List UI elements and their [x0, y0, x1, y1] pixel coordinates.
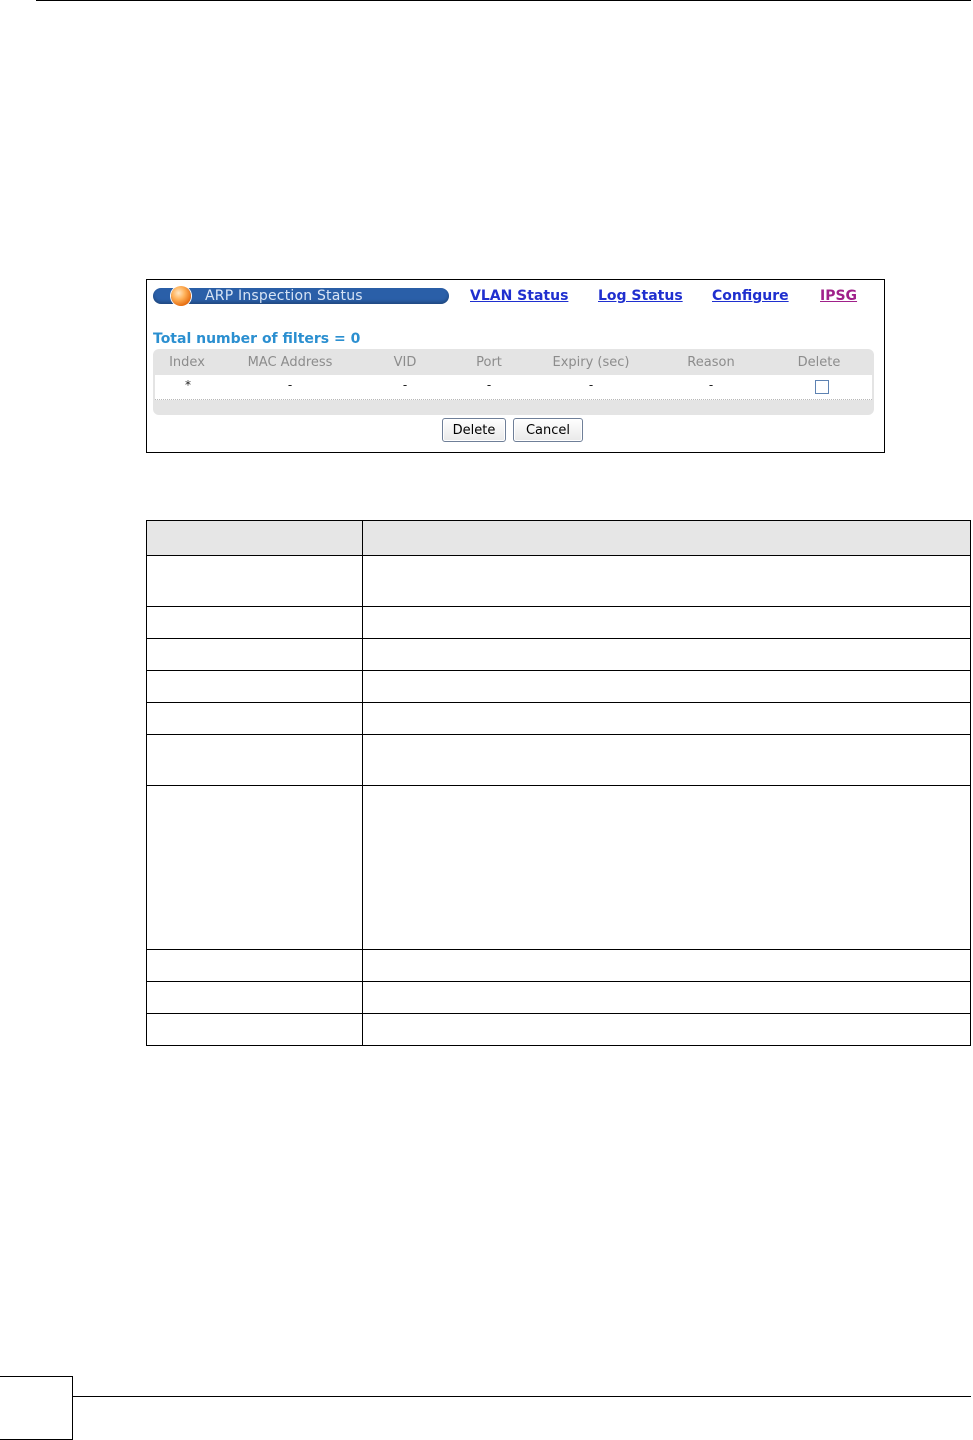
table-row [146, 1013, 971, 1046]
cell-mac-address: - [287, 378, 293, 392]
table-cell [146, 1013, 363, 1046]
footer-rule [73, 1396, 971, 1397]
cell-index: * [185, 378, 191, 392]
table-cell [362, 785, 971, 950]
table-cell [362, 1013, 971, 1046]
column-header-delete: Delete [797, 355, 841, 370]
table-cell [362, 981, 971, 1014]
vlan-status-link[interactable]: VLAN Status [470, 288, 568, 304]
cell-vid: - [402, 378, 408, 392]
table-cell [146, 638, 363, 671]
table-cell [146, 949, 363, 982]
table-row [146, 555, 971, 607]
ipsg-link[interactable]: IPSG [820, 288, 857, 304]
table-header: Index MAC Address VID Port Expiry (sec) … [153, 349, 874, 375]
cell-expiry: - [588, 378, 594, 392]
table-cell [362, 638, 971, 671]
table-cell [362, 670, 971, 703]
log-status-link[interactable]: Log Status [598, 288, 683, 304]
cell-port: - [486, 378, 492, 392]
table-row: * - - - - - [155, 375, 872, 400]
column-header-port: Port [476, 355, 502, 370]
table-row [146, 638, 971, 671]
header-rule [36, 0, 971, 1]
table-cell [362, 555, 971, 607]
column-header-index: Index [169, 355, 205, 370]
table-row [146, 606, 971, 639]
cancel-button[interactable]: Cancel [513, 418, 583, 442]
table-row [146, 670, 971, 703]
table-cell [362, 734, 971, 786]
page-number-box [0, 1376, 73, 1440]
column-header-expiry: Expiry (sec) [552, 355, 630, 370]
cell-reason: - [708, 378, 714, 392]
delete-checkbox[interactable] [815, 380, 829, 394]
field-description-table [146, 520, 971, 1046]
page-title: ARP Inspection Status [205, 288, 363, 304]
table-cell [362, 949, 971, 982]
table-cell [146, 785, 363, 950]
table-cell [362, 520, 971, 556]
table-row [146, 702, 971, 735]
table-cell [146, 734, 363, 786]
table-cell [146, 555, 363, 607]
filter-table: Index MAC Address VID Port Expiry (sec) … [153, 349, 874, 415]
table-cell [146, 520, 363, 556]
table-row [146, 785, 971, 950]
table-cell [146, 981, 363, 1014]
configure-link[interactable]: Configure [712, 288, 789, 304]
column-header-mac-address: MAC Address [247, 355, 333, 370]
orb-icon [171, 286, 191, 306]
total-filters-text: Total number of filters = 0 [153, 331, 361, 347]
table-header-row [146, 520, 971, 556]
arp-inspection-status-screen: ARP Inspection Status VLAN Status Log St… [146, 279, 885, 453]
table-cell [146, 702, 363, 735]
table-row [146, 949, 971, 982]
column-header-reason: Reason [687, 355, 735, 370]
table-cell [362, 606, 971, 639]
column-header-vid: VID [393, 355, 417, 370]
table-cell [146, 606, 363, 639]
delete-button[interactable]: Delete [442, 418, 506, 442]
table-row [146, 734, 971, 786]
table-cell [146, 670, 363, 703]
title-bar: ARP Inspection Status [153, 286, 449, 306]
table-cell [362, 702, 971, 735]
table-row [146, 981, 971, 1014]
